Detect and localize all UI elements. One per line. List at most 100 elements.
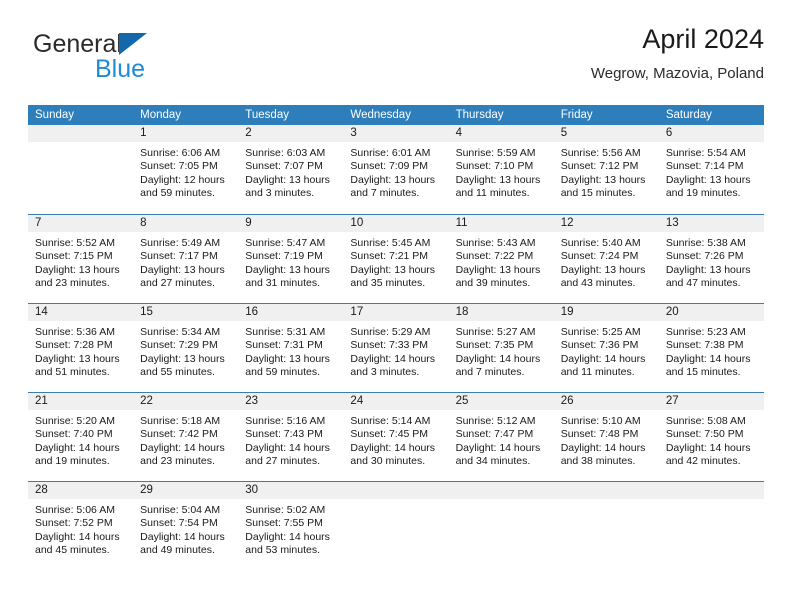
day-cell[interactable]: 11 Sunrise: 5:43 AM Sunset: 7:22 PM Dayligh… [448, 215, 554, 303]
day-number: 11 [455, 217, 468, 229]
day-number-band: 16 [238, 304, 344, 321]
day-cell[interactable]: 12 Sunrise: 5:40 AM Sunset: 7:24 PM Dayligh… [553, 215, 659, 303]
day-cell[interactable]: 27 Sunrise: 5:08 AM Sunset: 7:50 PM Dayligh… [658, 393, 764, 481]
day-cell[interactable]: 29 Sunrise: 5:04 AM Sunset: 7:54 PM Dayligh… [133, 482, 239, 570]
daylight-text-line2: and 39 minutes. [455, 277, 531, 290]
day-cell[interactable]: 30 Sunrise: 5:02 AM Sunset: 7:55 PM Dayligh… [238, 482, 344, 570]
sunrise-text: Sunrise: 5:02 AM [245, 504, 326, 516]
sunset-text: Sunset: 7:43 PM [245, 428, 323, 441]
sunrise-text: Sunrise: 5:23 AM [665, 326, 746, 338]
day-cell[interactable]: 24 Sunrise: 5:14 AM Sunset: 7:45 PM Dayligh… [343, 393, 449, 481]
day-number-band: 21 [28, 393, 134, 410]
day-cell[interactable]: 8 Sunrise: 5:49 AM Sunset: 7:17 PM Daylight… [133, 215, 239, 303]
day-number-band: 30 [238, 482, 344, 499]
daylight-text-line2: and 31 minutes. [245, 277, 320, 290]
day-cell[interactable]: 4 Sunrise: 5:59 AM Sunset: 7:10 PM Daylight… [448, 125, 554, 214]
sunrise-text: Sunrise: 5:12 AM [455, 415, 536, 427]
day-cell-empty [343, 482, 449, 570]
brand-name-general: General [33, 30, 122, 58]
sunrise-text: Sunrise: 5:31 AM [245, 326, 326, 338]
daylight-text-line2: and 27 minutes. [140, 277, 215, 290]
daylight-text-line2: and 23 minutes. [35, 277, 110, 290]
day-number: 4 [455, 127, 462, 139]
sunrise-text: Sunrise: 5:18 AM [140, 415, 221, 427]
day-details: Sunrise: 5:12 AM Sunset: 7:47 PM Daylight:… [449, 410, 554, 469]
day-details: Sunrise: 5:34 AM Sunset: 7:29 PM Daylight:… [133, 321, 238, 380]
day-cell[interactable]: 21 Sunrise: 5:20 AM Sunset: 7:40 PM Dayligh… [28, 393, 134, 481]
day-cell[interactable]: 14 Sunrise: 5:36 AM Sunset: 7:28 PM Dayligh… [28, 304, 134, 392]
day-number: 18 [455, 306, 469, 318]
day-number-band: 19 [553, 304, 659, 321]
day-number: 8 [140, 217, 147, 229]
sunset-text: Sunset: 7:15 PM [35, 250, 113, 263]
sunset-text: Sunset: 7:36 PM [560, 339, 639, 352]
day-cell[interactable]: 10 Sunrise: 5:45 AM Sunset: 7:21 PM Dayligh… [343, 215, 449, 303]
day-cell[interactable]: 9 Sunrise: 5:47 AM Sunset: 7:19 PM Daylight… [238, 215, 344, 303]
calendar-grid: Sunday Monday Tuesday Wednesday Thursday… [28, 105, 764, 570]
brand-logo[interactable]: General Blue [33, 30, 253, 90]
day-details: Sunrise: 5:56 AM Sunset: 7:12 PM Daylight:… [554, 142, 659, 201]
day-number: 26 [560, 395, 574, 407]
day-details: Sunrise: 5:23 AM Sunset: 7:38 PM Daylight:… [659, 321, 764, 380]
day-cell[interactable]: 3 Sunrise: 6:01 AM Sunset: 7:09 PM Daylight… [343, 125, 449, 214]
daylight-text-line2: and 11 minutes. [560, 366, 635, 379]
daylight-text-line1: Daylight: 13 hours [350, 263, 436, 276]
day-cell[interactable]: 6 Sunrise: 5:54 AM Sunset: 7:14 PM Daylight… [658, 125, 764, 214]
day-number-band: 23 [238, 393, 344, 410]
day-cell[interactable]: 5 Sunrise: 5:56 AM Sunset: 7:12 PM Daylight… [553, 125, 659, 214]
day-details: Sunrise: 5:38 AM Sunset: 7:26 PM Daylight:… [659, 232, 764, 291]
day-number: 25 [455, 395, 469, 407]
daylight-text-line1: Daylight: 13 hours [350, 173, 436, 186]
sunset-text: Sunset: 7:38 PM [665, 339, 744, 352]
calendar-week-row: 14 Sunrise: 5:36 AM Sunset: 7:28 PM Dayligh… [28, 303, 764, 392]
day-details: Sunrise: 6:03 AM Sunset: 7:07 PM Daylight:… [238, 142, 343, 201]
daylight-text-line1: Daylight: 14 hours [245, 441, 330, 454]
day-cell[interactable]: 19 Sunrise: 5:25 AM Sunset: 7:36 PM Dayligh… [553, 304, 659, 392]
day-cell[interactable]: 13 Sunrise: 5:38 AM Sunset: 7:26 PM Dayligh… [658, 215, 764, 303]
day-cell[interactable]: 2 Sunrise: 6:03 AM Sunset: 7:07 PM Daylight… [238, 125, 344, 214]
day-number: 28 [35, 484, 48, 496]
day-cell[interactable]: 20 Sunrise: 5:23 AM Sunset: 7:38 PM Dayligh… [658, 304, 764, 392]
daylight-text-line2: and 30 minutes. [350, 455, 426, 468]
day-cell[interactable]: 25 Sunrise: 5:12 AM Sunset: 7:47 PM Dayligh… [448, 393, 554, 481]
daylight-text-line1: Daylight: 14 hours [560, 352, 646, 365]
day-cell[interactable]: 22 Sunrise: 5:18 AM Sunset: 7:42 PM Dayligh… [133, 393, 239, 481]
sunrise-text: Sunrise: 5:14 AM [350, 415, 431, 427]
daylight-text-line2: and 35 minutes. [350, 277, 426, 290]
day-cell[interactable]: 28 Sunrise: 5:06 AM Sunset: 7:52 PM Dayligh… [28, 482, 134, 570]
calendar-week-row: 21 Sunrise: 5:20 AM Sunset: 7:40 PM Dayligh… [28, 392, 764, 481]
sunset-text: Sunset: 7:33 PM [350, 339, 429, 352]
day-number-band: 18 [448, 304, 554, 321]
day-number-band: 13 [658, 215, 764, 232]
weekday-header-sunday: Sunday [35, 109, 75, 121]
weekday-header-row: Sunday Monday Tuesday Wednesday Thursday… [28, 105, 764, 125]
daylight-text-line1: Daylight: 14 hours [455, 352, 541, 365]
weekday-header-saturday: Saturday [665, 109, 712, 121]
day-number-band [343, 482, 449, 499]
sunset-text: Sunset: 7:47 PM [455, 428, 534, 441]
day-cell[interactable]: 26 Sunrise: 5:10 AM Sunset: 7:48 PM Dayligh… [553, 393, 659, 481]
day-cell[interactable]: 15 Sunrise: 5:34 AM Sunset: 7:29 PM Dayligh… [133, 304, 239, 392]
sunset-text: Sunset: 7:48 PM [560, 428, 639, 441]
day-cell[interactable]: 7 Sunrise: 5:52 AM Sunset: 7:15 PM Daylight… [28, 215, 134, 303]
daylight-text-line2: and 59 minutes. [245, 366, 320, 379]
sunrise-text: Sunrise: 5:49 AM [140, 237, 221, 249]
day-cell[interactable]: 1 Sunrise: 6:06 AM Sunset: 7:05 PM Daylight… [133, 125, 239, 214]
day-number: 12 [560, 217, 574, 229]
weekday-header-tuesday: Tuesday [245, 109, 289, 121]
sunset-text: Sunset: 7:52 PM [35, 517, 113, 530]
sunset-text: Sunset: 7:40 PM [35, 428, 113, 441]
sunrise-text: Sunrise: 5:06 AM [35, 504, 115, 516]
sunrise-text: Sunrise: 5:47 AM [245, 237, 326, 249]
sunrise-text: Sunrise: 6:03 AM [245, 147, 326, 159]
day-number-band: 20 [658, 304, 764, 321]
day-cell[interactable]: 23 Sunrise: 5:16 AM Sunset: 7:43 PM Dayligh… [238, 393, 344, 481]
day-cell[interactable]: 17 Sunrise: 5:29 AM Sunset: 7:33 PM Dayligh… [343, 304, 449, 392]
page-title: April 2024 [642, 24, 764, 54]
day-cell[interactable]: 16 Sunrise: 5:31 AM Sunset: 7:31 PM Dayligh… [238, 304, 344, 392]
day-details: Sunrise: 5:40 AM Sunset: 7:24 PM Daylight:… [554, 232, 659, 291]
sunrise-text: Sunrise: 5:45 AM [350, 237, 431, 249]
sunset-text: Sunset: 7:54 PM [140, 517, 218, 530]
day-cell[interactable]: 18 Sunrise: 5:27 AM Sunset: 7:35 PM Dayligh… [448, 304, 554, 392]
sunrise-text: Sunrise: 5:04 AM [140, 504, 221, 516]
